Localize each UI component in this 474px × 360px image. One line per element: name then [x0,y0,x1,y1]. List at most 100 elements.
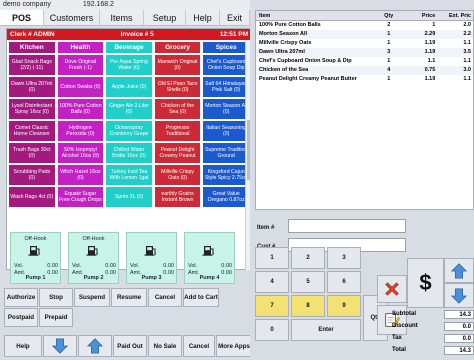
cart-item-ext: 1.1 [463,40,471,46]
pump-tile[interactable]: Off-Hook Vol. 0.00 Amt. 0.00 Pump 1 [10,232,61,284]
cart-item-name: Peanut Delight Creamy Peanut Butter [259,76,357,82]
cart-row[interactable]: Chicken of the Sea 4 0.75 3.0 [256,66,473,75]
category-header[interactable]: Beverage [106,42,152,53]
void-button[interactable] [377,275,407,303]
keypad-key[interactable]: 8 [291,295,325,317]
cart-row[interactable]: Peanut Delight Creamy Peanut Butter 1 1.19… [256,75,473,84]
keypad-key[interactable]: 2 [291,247,325,269]
product-button[interactable]: Peanut Delight Creamy Peanut [154,143,201,163]
product-button[interactable]: Salt 64 Himalayan Pink Salt (0) [203,77,249,97]
menu-setup[interactable]: Setup [144,10,186,25]
pump-tile[interactable]: Vol. 0.00 Amt. 0.00 Pump 3 [126,232,177,284]
pump-action-button[interactable]: Suspend [74,288,110,307]
menu-exit[interactable]: Exit [220,10,250,25]
category-header[interactable]: Grocery [154,42,201,53]
cancel-sale-button[interactable]: Cancel [183,335,215,357]
fuel-pump-icon [28,246,40,256]
product-button[interactable]: Wash Rags 4ct (0) [9,187,55,207]
product-button[interactable]: Pur Aqua Spring Water (0) [106,55,152,75]
keypad-key-zero[interactable]: 0 [255,319,289,341]
product-button[interactable]: Progresso Traditional [154,121,201,141]
menu-help[interactable]: Help [186,10,220,25]
pump-tile[interactable]: Vol. 0.00 Amt. 0.00 Pump 4 [184,232,235,284]
pump-mode-button[interactable]: Postpaid [4,308,38,327]
product-button[interactable]: Chicken of the Sea (0) [154,99,201,119]
product-button[interactable]: Millville Crispy Oats (0) [154,165,201,185]
keypad-key[interactable]: 4 [255,271,289,293]
scroll-down-button[interactable] [43,335,77,357]
product-button[interactable]: Kingsford Cajun Style Spicy 2.75oz [203,165,249,185]
product-button[interactable]: 100% Pure Cotton Balls (0) [57,99,104,119]
paid-out-button[interactable]: Paid Out [113,335,147,357]
cart-row[interactable]: Chef's Cupboard Onion Soup & Dip 1 1.1 1.1 [256,57,473,66]
help-button[interactable]: Help [4,335,42,357]
product-button[interactable]: Supreme Tradition Ground [203,143,249,163]
app-name: demo company [3,1,51,8]
product-button[interactable]: Manwich Original (0) [154,55,201,75]
product-button[interactable]: Dove Original Fresh (-1) [57,55,104,75]
pump-tile[interactable]: Off-Hook Vol. 0.00 Amt. 0.00 Pump 2 [68,232,119,284]
cart-row[interactable]: 100% Pure Cotton Balls 2 1 2.0 [256,21,473,30]
keypad-key[interactable]: 5 [291,271,325,293]
scroll-up-button[interactable] [78,335,112,357]
product-button[interactable]: Oceanspray Cranberry Grape [106,121,152,141]
pump-mode-button[interactable]: Prepaid [39,308,73,327]
totals-row: Tax 0.0 [392,332,474,344]
product-button[interactable]: Apple Juice (0) [106,77,152,97]
menu-customers[interactable]: Customers [44,10,100,25]
enter-button[interactable]: Enter [291,319,361,341]
product-button[interactable]: Chilled Water Bottle 16oz (0) [106,143,152,163]
product-button[interactable]: Turkey Iced Tea With Lemon 1gal [106,165,152,185]
product-button[interactable]: Glad Snack Bags (2/2) (-11) [9,55,55,75]
cart-row[interactable]: Millville Crispy Oats 1 1.19 1.1 [256,39,473,48]
arrow-up-button[interactable] [444,258,474,283]
product-button[interactable]: Ginger Ale 2 Liter (0) [106,99,152,119]
menu-pos[interactable]: POS [0,10,44,25]
arrow-down-button[interactable] [444,283,474,308]
category-header[interactable]: Kitchen [9,42,55,53]
cart-item-name: Chef's Cupboard Onion Soup & Dip [259,58,352,64]
pump-action-button[interactable]: Resume [111,288,147,307]
keypad-key[interactable]: 9 [327,295,361,317]
keypad-key[interactable]: 6 [327,271,361,293]
cart-item-qty: 1 [387,76,391,82]
totals-row: Discount 0.0 [392,320,474,332]
product-button[interactable]: Old El Paso Taco Shells (0) [154,77,201,97]
more-apps-button[interactable]: More Apps [216,335,252,357]
category-header[interactable]: Health [57,42,104,53]
product-button[interactable]: Comet Classic Home Cleanser [9,121,55,141]
keypad-key[interactable]: 1 [255,247,289,269]
product-button[interactable]: Cotton Swabs (0) [57,77,104,97]
totals-value: 14.3 [444,309,474,319]
product-button[interactable]: Italian Seasoning (0) [203,121,249,141]
no-sale-button[interactable]: No Sale [148,335,182,357]
tender-cash-button[interactable]: $ [407,258,444,308]
product-button[interactable]: Lysol Disinfectant Spray 16oz (0) [9,99,55,119]
cart-row[interactable]: Morton Season All 1 2.29 2.2 [256,30,473,39]
pump-action-button[interactable]: Cancel [148,288,182,307]
arrow-down-icon [450,287,468,304]
pump-action-button[interactable]: Stop [39,288,73,307]
cart-row[interactable]: Dawn Ultra 207ml 3 1.19 3.5 [256,48,473,57]
product-button[interactable]: Witch Hazel 16oz (0) [57,165,104,185]
item-number-input[interactable] [288,219,406,233]
col-item: Item [259,13,271,19]
product-button[interactable]: Equate Sugar Free Cough Drops [57,187,104,207]
product-button[interactable]: Hydrogen Peroxide (0) [57,121,104,141]
pump-action-button[interactable]: Add to Cart [183,288,219,307]
product-button[interactable]: Great Value Oregano 0.87oz [203,187,249,207]
pump-action-button[interactable]: Authorize [4,288,38,307]
product-button[interactable]: earthly Grains Instant Brown [154,187,201,207]
product-button[interactable]: Scrubbing Pads (0) [9,165,55,185]
product-button[interactable]: Chef's Cupboard Onion Soup Dip [203,55,249,75]
keypad-key[interactable]: 3 [327,247,361,269]
menu-items[interactable]: Items [100,10,144,25]
product-button[interactable]: Trash Bags 30ct (0) [9,143,55,163]
category-header[interactable]: Spices [203,42,249,53]
cart-item-qty: 2 [387,22,391,28]
product-button[interactable]: Morton Season All (0) [203,99,249,119]
product-button[interactable]: Sprite 2L (0) [106,187,152,207]
product-button[interactable]: Dawn Ultra 207ml (0) [9,77,55,97]
keypad-key[interactable]: 7 [255,295,289,317]
product-button[interactable]: 50% Isopropyl Alcohol 16oz (0) [57,143,104,163]
